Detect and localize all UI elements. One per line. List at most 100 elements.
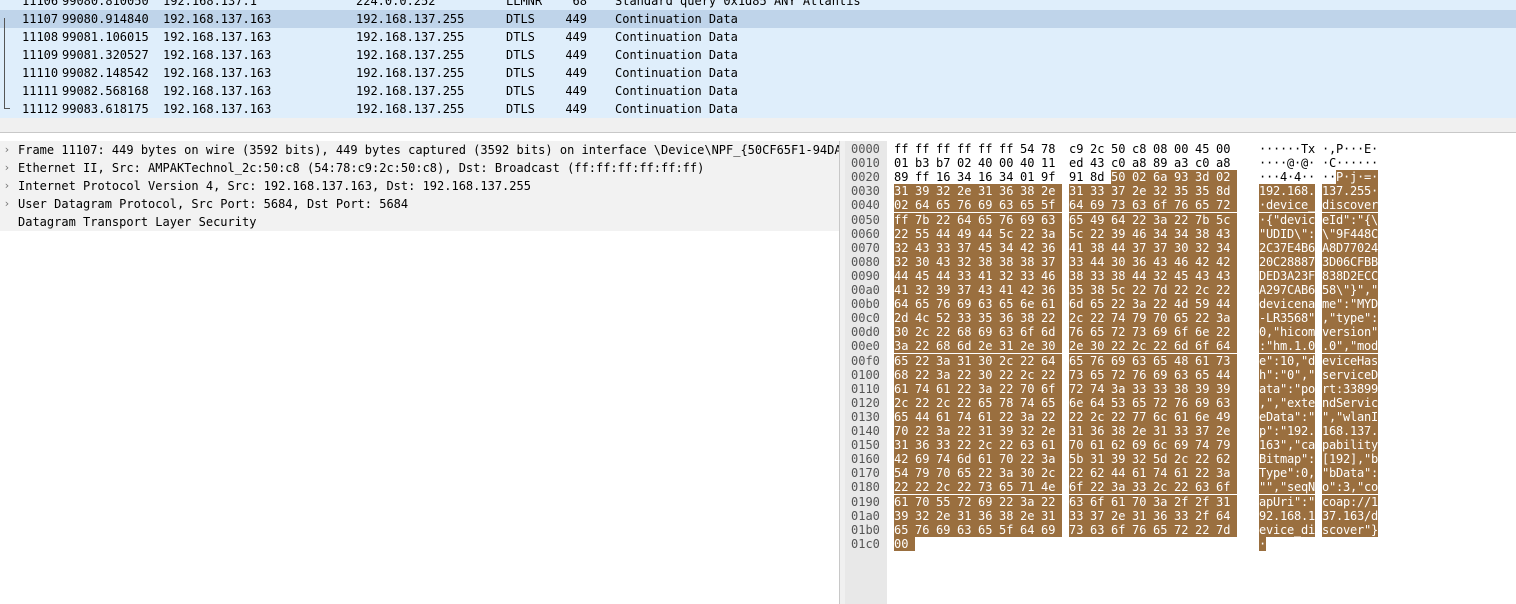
ascii-char[interactable]: / <box>1357 495 1364 509</box>
ascii-char[interactable]: o <box>1364 339 1371 353</box>
ascii-char[interactable]: @ <box>1287 156 1294 170</box>
ascii-char[interactable]: ] <box>1350 452 1357 466</box>
ascii-char[interactable]: " <box>1294 438 1301 452</box>
hex-byte[interactable]: 3a <box>978 382 999 396</box>
hex-byte[interactable]: 2c <box>978 438 999 452</box>
hex-byte[interactable]: 39 <box>1195 382 1216 396</box>
ascii-char[interactable]: 1 <box>1287 424 1294 438</box>
ascii-char[interactable]: a <box>1357 410 1364 424</box>
hex-byte[interactable]: 69 <box>915 452 936 466</box>
hex-byte[interactable]: 22 <box>1153 339 1174 353</box>
ascii-char[interactable]: 8 <box>1301 255 1308 269</box>
hex-byte[interactable]: 61 <box>1174 466 1195 480</box>
hex-byte[interactable]: 33 <box>1174 509 1195 523</box>
hex-byte[interactable]: 65 <box>978 396 999 410</box>
hex-byte[interactable]: 6f <box>1153 198 1174 212</box>
hex-byte[interactable]: 2e <box>957 184 978 198</box>
hex-byte[interactable]: 01 <box>894 156 915 170</box>
hex-byte[interactable]: 9f <box>1041 170 1062 184</box>
hex-byte[interactable]: 49 <box>957 227 978 241</box>
ascii-char[interactable]: r <box>1336 325 1343 339</box>
hex-byte[interactable]: 43 <box>915 241 936 255</box>
hex-byte[interactable]: 2c <box>1069 311 1090 325</box>
ascii-char[interactable]: " <box>1287 466 1294 480</box>
ascii-char[interactable]: 8 <box>1287 255 1294 269</box>
ascii-char[interactable]: 4 <box>1280 170 1287 184</box>
hex-byte[interactable]: 65 <box>1041 396 1062 410</box>
hex-byte[interactable]: 61 <box>978 410 999 424</box>
ascii-char[interactable]: w <box>1343 410 1350 424</box>
ascii-char[interactable]: R <box>1273 311 1280 325</box>
ascii-char[interactable]: " <box>1371 325 1378 339</box>
ascii-char[interactable]: 4 <box>1371 241 1378 255</box>
hex-byte[interactable]: 2e <box>1020 509 1041 523</box>
ascii-char[interactable]: . <box>1301 339 1308 353</box>
hex-byte[interactable]: 22 <box>1111 297 1132 311</box>
ascii-char[interactable]: : <box>1336 382 1343 396</box>
ascii-char[interactable]: 3 <box>1322 509 1329 523</box>
hex-byte[interactable]: 34 <box>999 241 1020 255</box>
hex-byte[interactable]: 33 <box>936 438 957 452</box>
ascii-char[interactable]: " <box>1280 480 1287 494</box>
ascii-char[interactable]: l <box>1350 438 1357 452</box>
ascii-char[interactable]: d <box>1371 339 1378 353</box>
ascii-char[interactable]: S <box>1336 396 1343 410</box>
hex-byte[interactable]: 2d <box>894 311 915 325</box>
hex-byte[interactable]: 44 <box>1111 466 1132 480</box>
hex-byte[interactable]: 2e <box>1132 184 1153 198</box>
hex-byte[interactable]: 76 <box>915 523 936 537</box>
hex-byte[interactable]: 6e <box>1195 410 1216 424</box>
hex-byte[interactable]: 2f <box>1195 509 1216 523</box>
ascii-char[interactable]: , <box>1259 396 1266 410</box>
hex-byte[interactable]: 62 <box>1090 466 1111 480</box>
ascii-char[interactable]: C <box>1266 241 1273 255</box>
hex-byte[interactable]: 38 <box>1090 241 1111 255</box>
ascii-char[interactable]: e <box>1329 368 1336 382</box>
hex-byte[interactable]: 5c <box>1069 227 1090 241</box>
hex-byte[interactable]: 79 <box>1216 438 1237 452</box>
ascii-char[interactable]: b <box>1336 438 1343 452</box>
hex-byte[interactable]: 37 <box>1195 424 1216 438</box>
packet-details-pane[interactable]: › Frame 11107: 449 bytes on wire (3592 bi… <box>0 141 839 604</box>
ascii-char[interactable]: D <box>1371 297 1378 311</box>
hex-byte[interactable]: 69 <box>1153 325 1174 339</box>
ascii-char[interactable]: " <box>1350 339 1357 353</box>
ascii-char[interactable]: a <box>1287 452 1294 466</box>
ascii-char[interactable]: " <box>1364 452 1371 466</box>
ascii-char[interactable]: , <box>1364 283 1371 297</box>
hex-byte[interactable]: 33 <box>1020 269 1041 283</box>
ascii-char[interactable]: · <box>1350 156 1357 170</box>
hex-byte[interactable]: 30 <box>894 325 915 339</box>
hex-byte[interactable]: 37 <box>1111 184 1132 198</box>
ascii-char[interactable]: i <box>1350 325 1357 339</box>
hex-byte[interactable]: 38 <box>978 255 999 269</box>
hex-byte[interactable]: 38 <box>1090 283 1111 297</box>
hex-byte[interactable]: 3a <box>1111 382 1132 396</box>
ascii-char[interactable]: 8 <box>1294 255 1301 269</box>
ascii-char[interactable]: 9 <box>1371 382 1378 396</box>
ascii-char[interactable]: · <box>1287 170 1294 184</box>
hex-byte[interactable]: 34 <box>1174 227 1195 241</box>
chevron-right-icon[interactable]: › <box>1 159 13 177</box>
ascii-char[interactable]: " <box>1266 424 1273 438</box>
hex-byte[interactable]: ff <box>894 142 915 156</box>
ascii-char[interactable]: : <box>1343 297 1350 311</box>
hex-byte[interactable]: 6f <box>1090 495 1111 509</box>
ascii-char[interactable]: \ <box>1322 227 1329 241</box>
hex-byte[interactable]: 64 <box>894 297 915 311</box>
detail-row[interactable]: › Internet Protocol Version 4, Src: 192.1… <box>0 177 839 195</box>
ascii-char[interactable]: " <box>1371 283 1378 297</box>
hex-byte[interactable]: 33 <box>957 311 978 325</box>
hex-byte[interactable]: 22 <box>1195 311 1216 325</box>
ascii-char[interactable]: v <box>1294 213 1301 227</box>
ascii-char[interactable]: 5 <box>1322 283 1329 297</box>
ascii-char[interactable]: a <box>1308 297 1315 311</box>
ascii-char[interactable]: " <box>1266 480 1273 494</box>
ascii-char[interactable]: 8 <box>1357 382 1364 396</box>
hex-byte[interactable]: 30 <box>978 354 999 368</box>
hex-byte[interactable]: 63 <box>999 198 1020 212</box>
hex-byte[interactable]: ff <box>894 213 915 227</box>
hex-byte[interactable]: 42 <box>894 452 915 466</box>
ascii-char[interactable]: 6 <box>1294 184 1301 198</box>
hex-byte[interactable]: 71 <box>1020 480 1041 494</box>
